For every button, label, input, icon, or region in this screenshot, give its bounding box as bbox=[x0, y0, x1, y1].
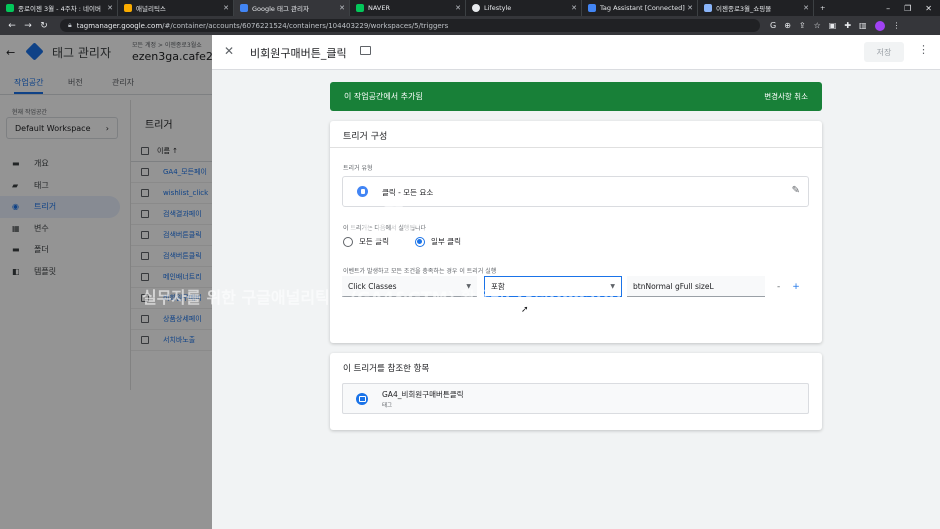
share-icon[interactable]: ⇪ bbox=[799, 21, 806, 31]
mouse-cursor-icon: ➚ bbox=[521, 305, 529, 315]
condition-value-input[interactable]: btnNormal gFull sizeL bbox=[627, 276, 765, 297]
variable-select[interactable]: Click Classes ▼ bbox=[342, 276, 477, 297]
remove-condition-button[interactable]: - bbox=[777, 282, 780, 292]
add-condition-button[interactable]: + bbox=[792, 282, 800, 292]
folder-icon[interactable] bbox=[360, 46, 371, 55]
trigger-config-card: 트리거 구성 트리거 유형 클릭 - 모든 요소 ✎ 이 트리거는 다음에서 실… bbox=[330, 121, 822, 343]
url-input[interactable]: 🔒︎ tagmanager.google.com/#/container/acc… bbox=[60, 19, 760, 32]
dropdown-caret-icon: ▼ bbox=[466, 282, 471, 290]
back-icon[interactable]: ← bbox=[6, 21, 18, 31]
card-title: 트리거 구성 bbox=[343, 132, 388, 142]
reference-type: 태그 bbox=[382, 403, 393, 409]
lock-icon: 🔒︎ bbox=[68, 21, 72, 29]
condition-label: 이벤트가 발생하고 모든 조건을 충족하는 경우 이 트리거 실행 bbox=[343, 268, 497, 275]
browser-tab-shop[interactable]: 이젠종로3월_쇼핑몰 ✕ bbox=[698, 0, 814, 16]
tag-assistant-icon bbox=[588, 4, 596, 12]
trigger-type-selector[interactable]: 클릭 - 모든 요소 ✎ bbox=[342, 176, 809, 207]
window-controls: – ❐ ✕ bbox=[886, 4, 940, 13]
naver-icon bbox=[6, 4, 14, 12]
extension-icons: G ⊕ ⇪ ☆ ▣ ✚ ▥ ⋮ bbox=[770, 20, 901, 31]
globe-icon bbox=[472, 4, 480, 12]
trigger-name[interactable]: 비회원구매버튼_클릭 bbox=[250, 45, 347, 61]
close-tab-icon[interactable]: ✕ bbox=[339, 4, 345, 12]
close-tab-icon[interactable]: ✕ bbox=[223, 4, 229, 12]
fires-on-label: 이 트리거는 다음에서 실행됩니다 bbox=[343, 225, 427, 232]
fires-on-radio-group: 모든 클릭 일부 클릭 bbox=[343, 236, 461, 247]
close-tab-icon[interactable]: ✕ bbox=[107, 4, 113, 12]
trigger-editor-panel: ✕ 비회원구매버튼_클릭 저장 ⋮ 이 작업공간에서 추가됨 변경사항 취소 트… bbox=[212, 35, 940, 529]
editor-header: ✕ 비회원구매버튼_클릭 저장 ⋮ bbox=[212, 35, 940, 70]
trigger-type-value: 클릭 - 모든 요소 bbox=[382, 188, 434, 197]
dropdown-caret-icon: ▼ bbox=[610, 283, 615, 290]
click-icon bbox=[357, 186, 368, 197]
bookmark-star-icon[interactable]: ☆ bbox=[814, 21, 821, 31]
modal-backdrop[interactable] bbox=[0, 35, 212, 529]
reference-name: GA4_비회원구매버튼클릭 bbox=[382, 390, 464, 399]
puzzle-icon[interactable]: ✚ bbox=[844, 21, 851, 31]
trigger-type-label: 트리거 유형 bbox=[343, 165, 373, 172]
zoom-icon[interactable]: ⊕ bbox=[784, 21, 791, 31]
naver-icon bbox=[356, 4, 364, 12]
maximize-icon[interactable]: ❐ bbox=[904, 4, 911, 13]
address-bar-row: ← → ↻ 🔒︎ tagmanager.google.com/#/contain… bbox=[0, 16, 940, 35]
close-icon[interactable]: ✕ bbox=[224, 44, 234, 58]
new-tab-button[interactable]: + bbox=[814, 0, 836, 16]
browser-tab-strip: 종로이젠 3월 - 4주차 : 네이버 ✕ 애널리틱스 ✕ Google 태그 관리… bbox=[0, 0, 940, 16]
browser-tab-analytics[interactable]: 애널리틱스 ✕ bbox=[118, 0, 234, 16]
browser-tab-naver[interactable]: NAVER ✕ bbox=[350, 0, 466, 16]
edit-pencil-icon[interactable]: ✎ bbox=[792, 185, 800, 196]
radio-all-clicks[interactable] bbox=[343, 236, 353, 247]
sidebar-icon[interactable]: ▥ bbox=[859, 21, 867, 31]
close-tab-icon[interactable]: ✕ bbox=[571, 4, 577, 12]
analytics-icon bbox=[124, 4, 132, 12]
browser-tab-gtm[interactable]: Google 태그 관리자 ✕ bbox=[234, 0, 350, 16]
close-tab-icon[interactable]: ✕ bbox=[687, 4, 693, 12]
browser-tab-naver-blog[interactable]: 종로이젠 3월 - 4주차 : 네이버 ✕ bbox=[0, 0, 118, 16]
close-window-icon[interactable]: ✕ bbox=[925, 4, 932, 13]
more-options-icon[interactable]: ⋮ bbox=[918, 43, 929, 56]
condition-row: Click Classes ▼ 포함 ▼ btnNormal gFull siz… bbox=[342, 276, 800, 297]
discard-changes-button[interactable]: 변경사항 취소 bbox=[764, 91, 808, 102]
close-tab-icon[interactable]: ✕ bbox=[455, 4, 461, 12]
browser-menu-icon[interactable]: ⋮ bbox=[893, 21, 901, 31]
google-icon[interactable]: G bbox=[770, 21, 776, 31]
references-title: 이 트리거를 참조한 항목 bbox=[343, 364, 430, 374]
tag-icon bbox=[356, 393, 368, 405]
banner-text: 이 작업공간에서 추가됨 bbox=[344, 92, 423, 101]
site-icon bbox=[704, 4, 712, 12]
gtm-icon bbox=[240, 4, 248, 12]
browser-tab-tag-assistant[interactable]: Tag Assistant [Connected] ✕ bbox=[582, 0, 698, 16]
radio-some-clicks[interactable] bbox=[414, 236, 425, 247]
forward-icon[interactable]: → bbox=[22, 21, 34, 31]
minimize-icon[interactable]: – bbox=[886, 4, 890, 13]
workspace-change-banner: 이 작업공간에서 추가됨 변경사항 취소 bbox=[330, 82, 822, 111]
reload-icon[interactable]: ↻ bbox=[38, 21, 50, 31]
references-card: 이 트리거를 참조한 항목 GA4_비회원구매버튼클릭 태그 bbox=[330, 353, 822, 430]
extension-icon[interactable]: ▣ bbox=[829, 21, 837, 31]
browser-tab-lifestyle[interactable]: Lifestyle ✕ bbox=[466, 0, 582, 16]
close-tab-icon[interactable]: ✕ bbox=[803, 4, 809, 12]
divider bbox=[330, 147, 822, 148]
operator-select[interactable]: 포함 ▼ bbox=[484, 276, 622, 297]
save-button[interactable]: 저장 bbox=[864, 42, 904, 62]
list-item[interactable]: GA4_비회원구매버튼클릭 태그 bbox=[342, 383, 809, 414]
profile-avatar-icon[interactable] bbox=[874, 20, 885, 31]
